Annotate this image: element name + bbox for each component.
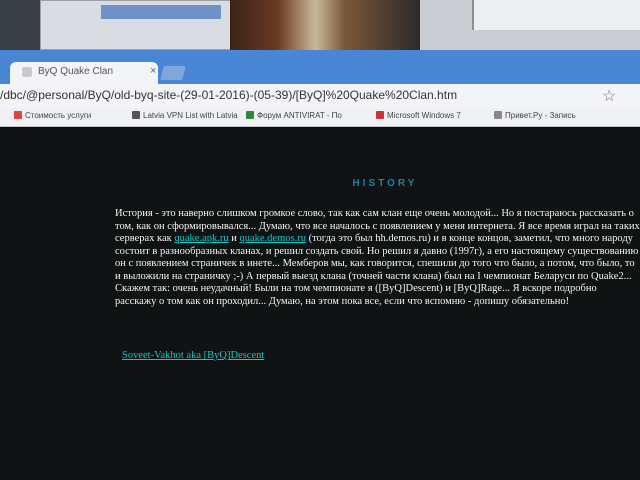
- tab-close-icon[interactable]: ×: [150, 65, 156, 77]
- bookmark-label: Microsoft Windows 7: [387, 111, 461, 120]
- background-window-inner: [472, 0, 640, 30]
- link-quake-demos[interactable]: quake.demos.ru: [239, 233, 305, 244]
- link-quake-apk[interactable]: quake.apk.ru: [174, 233, 228, 244]
- url-text[interactable]: /dbc/@personal/ByQ/old-byq-site-(29-01-2…: [0, 88, 457, 102]
- bookmark-label: Привет.Ру - Запись: [505, 111, 576, 120]
- page-content: HISTORY История - это наверно слишком гр…: [0, 128, 640, 480]
- bookmark-item[interactable]: Стоимость услуги: [14, 111, 91, 120]
- bookmark-label: Форум ANTIVIRAT - По: [257, 111, 342, 120]
- background-window-right: [420, 0, 640, 50]
- bookmark-item[interactable]: Microsoft Windows 7: [376, 111, 461, 120]
- tab-bar: ByQ Quake Clan ×: [0, 50, 640, 84]
- bookmark-item[interactable]: Latvia VPN List with Latvia: [132, 111, 238, 120]
- browser-tab[interactable]: ByQ Quake Clan ×: [10, 62, 158, 84]
- history-text-2: и: [228, 233, 240, 244]
- tab-title: ByQ Quake Clan: [38, 66, 114, 77]
- new-tab-button[interactable]: [160, 66, 186, 80]
- bookmarks-bar: Стоимость услуги Latvia VPN List with La…: [0, 108, 640, 127]
- bookmark-icon: [14, 111, 22, 119]
- background-photo: [230, 0, 420, 52]
- background-window: [40, 0, 242, 50]
- bookmark-icon: [246, 111, 254, 119]
- bookmark-label: Стоимость услуги: [25, 111, 92, 120]
- history-paragraph: История - это наверно слишком громкое сл…: [115, 208, 640, 308]
- bookmark-item[interactable]: Форум ANTIVIRAT - По: [246, 111, 342, 120]
- signature-link[interactable]: Soveet-Vakhot aka [ByQ]Descent: [122, 350, 264, 361]
- bookmark-icon: [376, 111, 384, 119]
- bookmark-icon: [132, 111, 140, 119]
- bookmark-item[interactable]: Привет.Ру - Запись: [494, 111, 576, 120]
- bookmark-icon: [494, 111, 502, 119]
- background-window-strip: [101, 5, 221, 19]
- favicon-icon: [22, 67, 32, 77]
- bookmark-star-icon[interactable]: ☆: [602, 86, 616, 106]
- address-bar[interactable]: /dbc/@personal/ByQ/old-byq-site-(29-01-2…: [0, 84, 640, 108]
- bookmark-label: Latvia VPN List with Latvia: [143, 111, 238, 120]
- history-text-3: (тогда это был hh.demos.ru) и в конце ко…: [115, 233, 639, 307]
- page-heading: HISTORY: [352, 178, 418, 189]
- browser-chrome: ByQ Quake Clan × /dbc/@personal/ByQ/old-…: [0, 50, 640, 128]
